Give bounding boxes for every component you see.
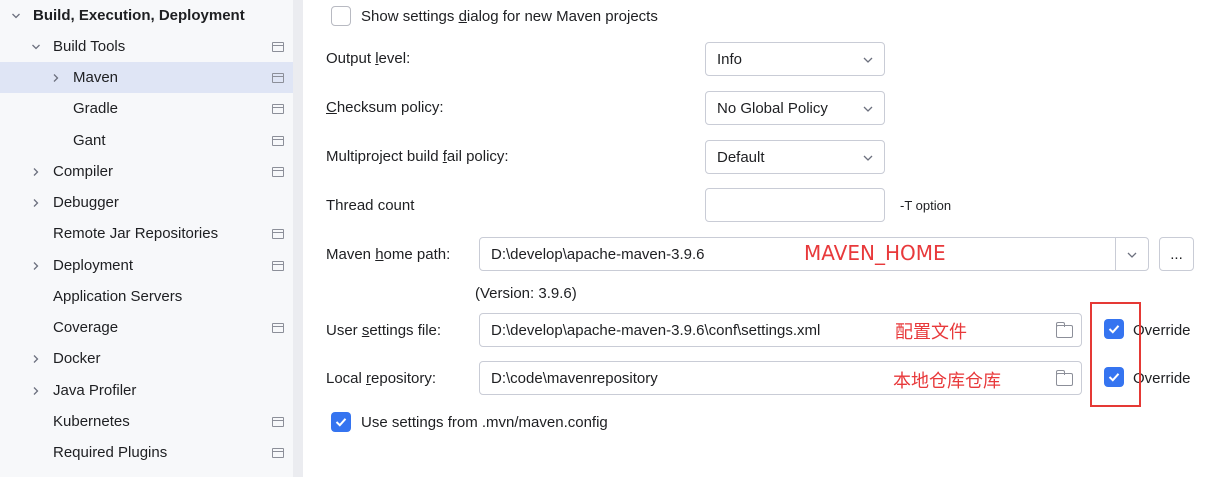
chevron-down-icon: [9, 9, 23, 23]
folder-icon[interactable]: [1055, 370, 1073, 386]
checksum-policy-label: Checksum policy:: [326, 99, 444, 116]
local-repo-annotation: 本地仓库仓库: [893, 371, 1001, 392]
tree-item-label: Debugger: [53, 194, 119, 211]
tree-item-label: Remote Jar Repositories: [53, 225, 219, 242]
project-scope-icon: [272, 322, 284, 333]
tree-item-application-servers[interactable]: Application Servers: [0, 281, 303, 312]
user-settings-file-label: User settings file:: [326, 322, 442, 339]
project-scope-icon: [272, 416, 284, 427]
maven-settings-panel: Show settings dialog for new Maven proje…: [303, 0, 1209, 477]
chevron-down-icon: [862, 102, 874, 119]
tree-item-label: Docker: [53, 350, 101, 367]
maven-home-path-value: D:\develop\apache-maven-3.9.6: [491, 245, 705, 263]
use-mvn-config-label: Use settings from .mvn/maven.config: [361, 414, 608, 431]
tree-item-label: Build, Execution, Deployment: [33, 7, 245, 24]
chevron-down-icon: [862, 151, 874, 168]
check-icon: [335, 418, 347, 427]
project-scope-icon: [272, 447, 284, 458]
multiproject-fail-policy-label: Multiproject build fail policy:: [326, 148, 509, 165]
project-scope-icon: [272, 41, 284, 52]
folder-icon[interactable]: [1055, 322, 1073, 338]
tree-item-deployment[interactable]: Deployment: [0, 250, 303, 281]
config-file-annotation: 配置文件: [895, 322, 967, 343]
chevron-down-icon[interactable]: [1126, 248, 1138, 265]
tree-item-required-plugins[interactable]: Required Plugins: [0, 437, 303, 468]
local-repository-label: Local repository:: [326, 370, 437, 387]
tree-item-maven[interactable]: Maven: [0, 62, 303, 93]
chevron-down-icon: [862, 53, 874, 70]
tree-item-label: Java Profiler: [53, 382, 137, 399]
tree-item-label: Deployment: [53, 257, 134, 274]
sidebar-splitter[interactable]: [293, 0, 303, 477]
output-level-label: Output level:: [326, 50, 411, 67]
chevron-right-icon: [29, 352, 43, 366]
checksum-policy-value: No Global Policy: [717, 99, 828, 117]
tree-item-build-execution-deployment[interactable]: Build, Execution, Deployment: [0, 0, 303, 31]
chevron-right-icon: [29, 165, 43, 179]
annotation-highlight-box: [1090, 302, 1141, 407]
checksum-policy-select[interactable]: No Global Policy: [705, 91, 885, 125]
tree-item-coverage[interactable]: Coverage: [0, 312, 303, 343]
project-scope-icon: [272, 260, 284, 271]
maven-home-annotation: MAVEN_HOME: [804, 241, 946, 265]
tree-item-compiler[interactable]: Compiler: [0, 156, 303, 187]
show-settings-dialog-checkbox[interactable]: [331, 6, 351, 26]
settings-sidebar: Build, Execution, Deployment Build Tools…: [0, 0, 303, 477]
tree-item-docker[interactable]: Docker: [0, 343, 303, 374]
chevron-right-icon: [29, 259, 43, 273]
tree-item-label: Application Servers: [53, 288, 183, 305]
chevron-right-icon: [29, 384, 43, 398]
maven-version-text: (Version: 3.9.6): [475, 285, 577, 302]
multiproject-fail-policy-select[interactable]: Default: [705, 140, 885, 174]
output-level-select[interactable]: Info: [705, 42, 885, 76]
project-scope-icon: [272, 166, 284, 177]
tree-item-label: Gradle: [73, 100, 119, 117]
tree-item-debugger[interactable]: Debugger: [0, 187, 303, 218]
multiproject-fail-policy-value: Default: [717, 148, 765, 166]
use-mvn-config-checkbox[interactable]: [331, 412, 351, 432]
tree-item-gradle[interactable]: Gradle: [0, 93, 303, 124]
tree-item-label: Kubernetes: [53, 413, 130, 430]
tree-item-remote-jar-repositories[interactable]: Remote Jar Repositories: [0, 218, 303, 249]
thread-count-hint: -T option: [900, 198, 952, 213]
chevron-right-icon: [29, 196, 43, 210]
local-repository-value: D:\code\mavenrepository: [491, 369, 658, 387]
user-settings-override-label: Override: [1133, 322, 1191, 339]
project-scope-icon: [272, 72, 284, 83]
show-settings-dialog-label: Show settings dialog for new Maven proje…: [361, 8, 658, 25]
local-repo-override-label: Override: [1133, 370, 1191, 387]
thread-count-label: Thread count: [326, 197, 415, 214]
tree-item-build-tools[interactable]: Build Tools: [0, 31, 303, 62]
chevron-right-icon: [49, 71, 63, 85]
tree-item-label: Gant: [73, 132, 106, 149]
tree-item-label: Compiler: [53, 163, 114, 180]
project-scope-icon: [272, 135, 284, 146]
output-level-value: Info: [717, 50, 743, 68]
tree-item-label: Required Plugins: [53, 444, 168, 461]
maven-home-path-label: Maven home path:: [326, 246, 451, 263]
user-settings-file-value: D:\develop\apache-maven-3.9.6\conf\setti…: [491, 321, 821, 339]
tree-item-java-profiler[interactable]: Java Profiler: [0, 375, 303, 406]
thread-count-input[interactable]: [705, 188, 885, 222]
tree-item-kubernetes[interactable]: Kubernetes: [0, 406, 303, 437]
tree-item-label: Build Tools: [53, 38, 126, 55]
tree-item-label: Maven: [73, 69, 119, 86]
browse-button[interactable]: ...: [1159, 237, 1194, 271]
chevron-down-icon: [29, 40, 43, 54]
project-scope-icon: [272, 228, 284, 239]
user-settings-file-input[interactable]: D:\develop\apache-maven-3.9.6\conf\setti…: [479, 313, 1082, 347]
tree-item-label: Coverage: [53, 319, 119, 336]
project-scope-icon: [272, 103, 284, 114]
tree-item-gant[interactable]: Gant: [0, 125, 303, 156]
combo-separator: [1115, 238, 1116, 270]
